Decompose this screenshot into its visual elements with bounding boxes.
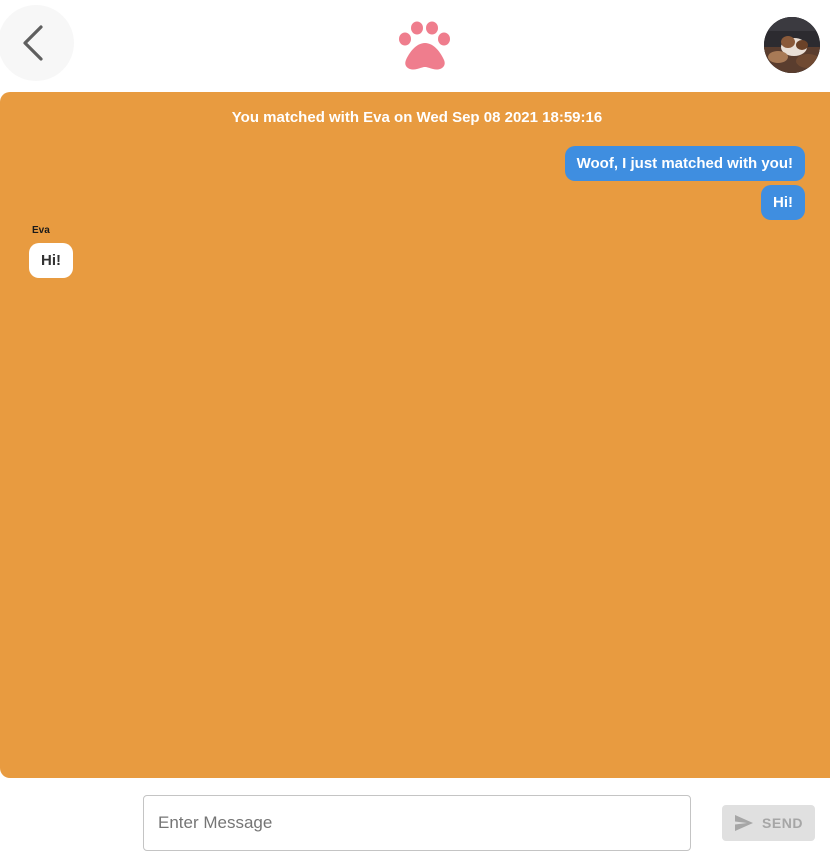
back-button[interactable]	[0, 5, 74, 81]
send-label: SEND	[762, 815, 803, 831]
message-bubble-sent: Hi!	[761, 185, 805, 220]
send-button[interactable]: SEND	[722, 805, 815, 841]
chat-panel[interactable]: You matched with Eva on Wed Sep 08 2021 …	[0, 92, 830, 778]
match-banner: You matched with Eva on Wed Sep 08 2021 …	[231, 109, 603, 126]
message-bubble-received: Hi!	[29, 243, 73, 278]
paw-icon	[399, 21, 450, 70]
sender-name: Eva	[32, 225, 50, 236]
message-input[interactable]	[143, 795, 691, 851]
send-icon	[735, 815, 754, 831]
chevron-left-icon	[23, 25, 43, 61]
message-bubble-sent: Woof, I just matched with you!	[564, 146, 805, 181]
chat-page: You matched with Eva on Wed Sep 08 2021 …	[0, 0, 830, 854]
avatar[interactable]	[764, 17, 820, 73]
header	[0, 0, 830, 92]
